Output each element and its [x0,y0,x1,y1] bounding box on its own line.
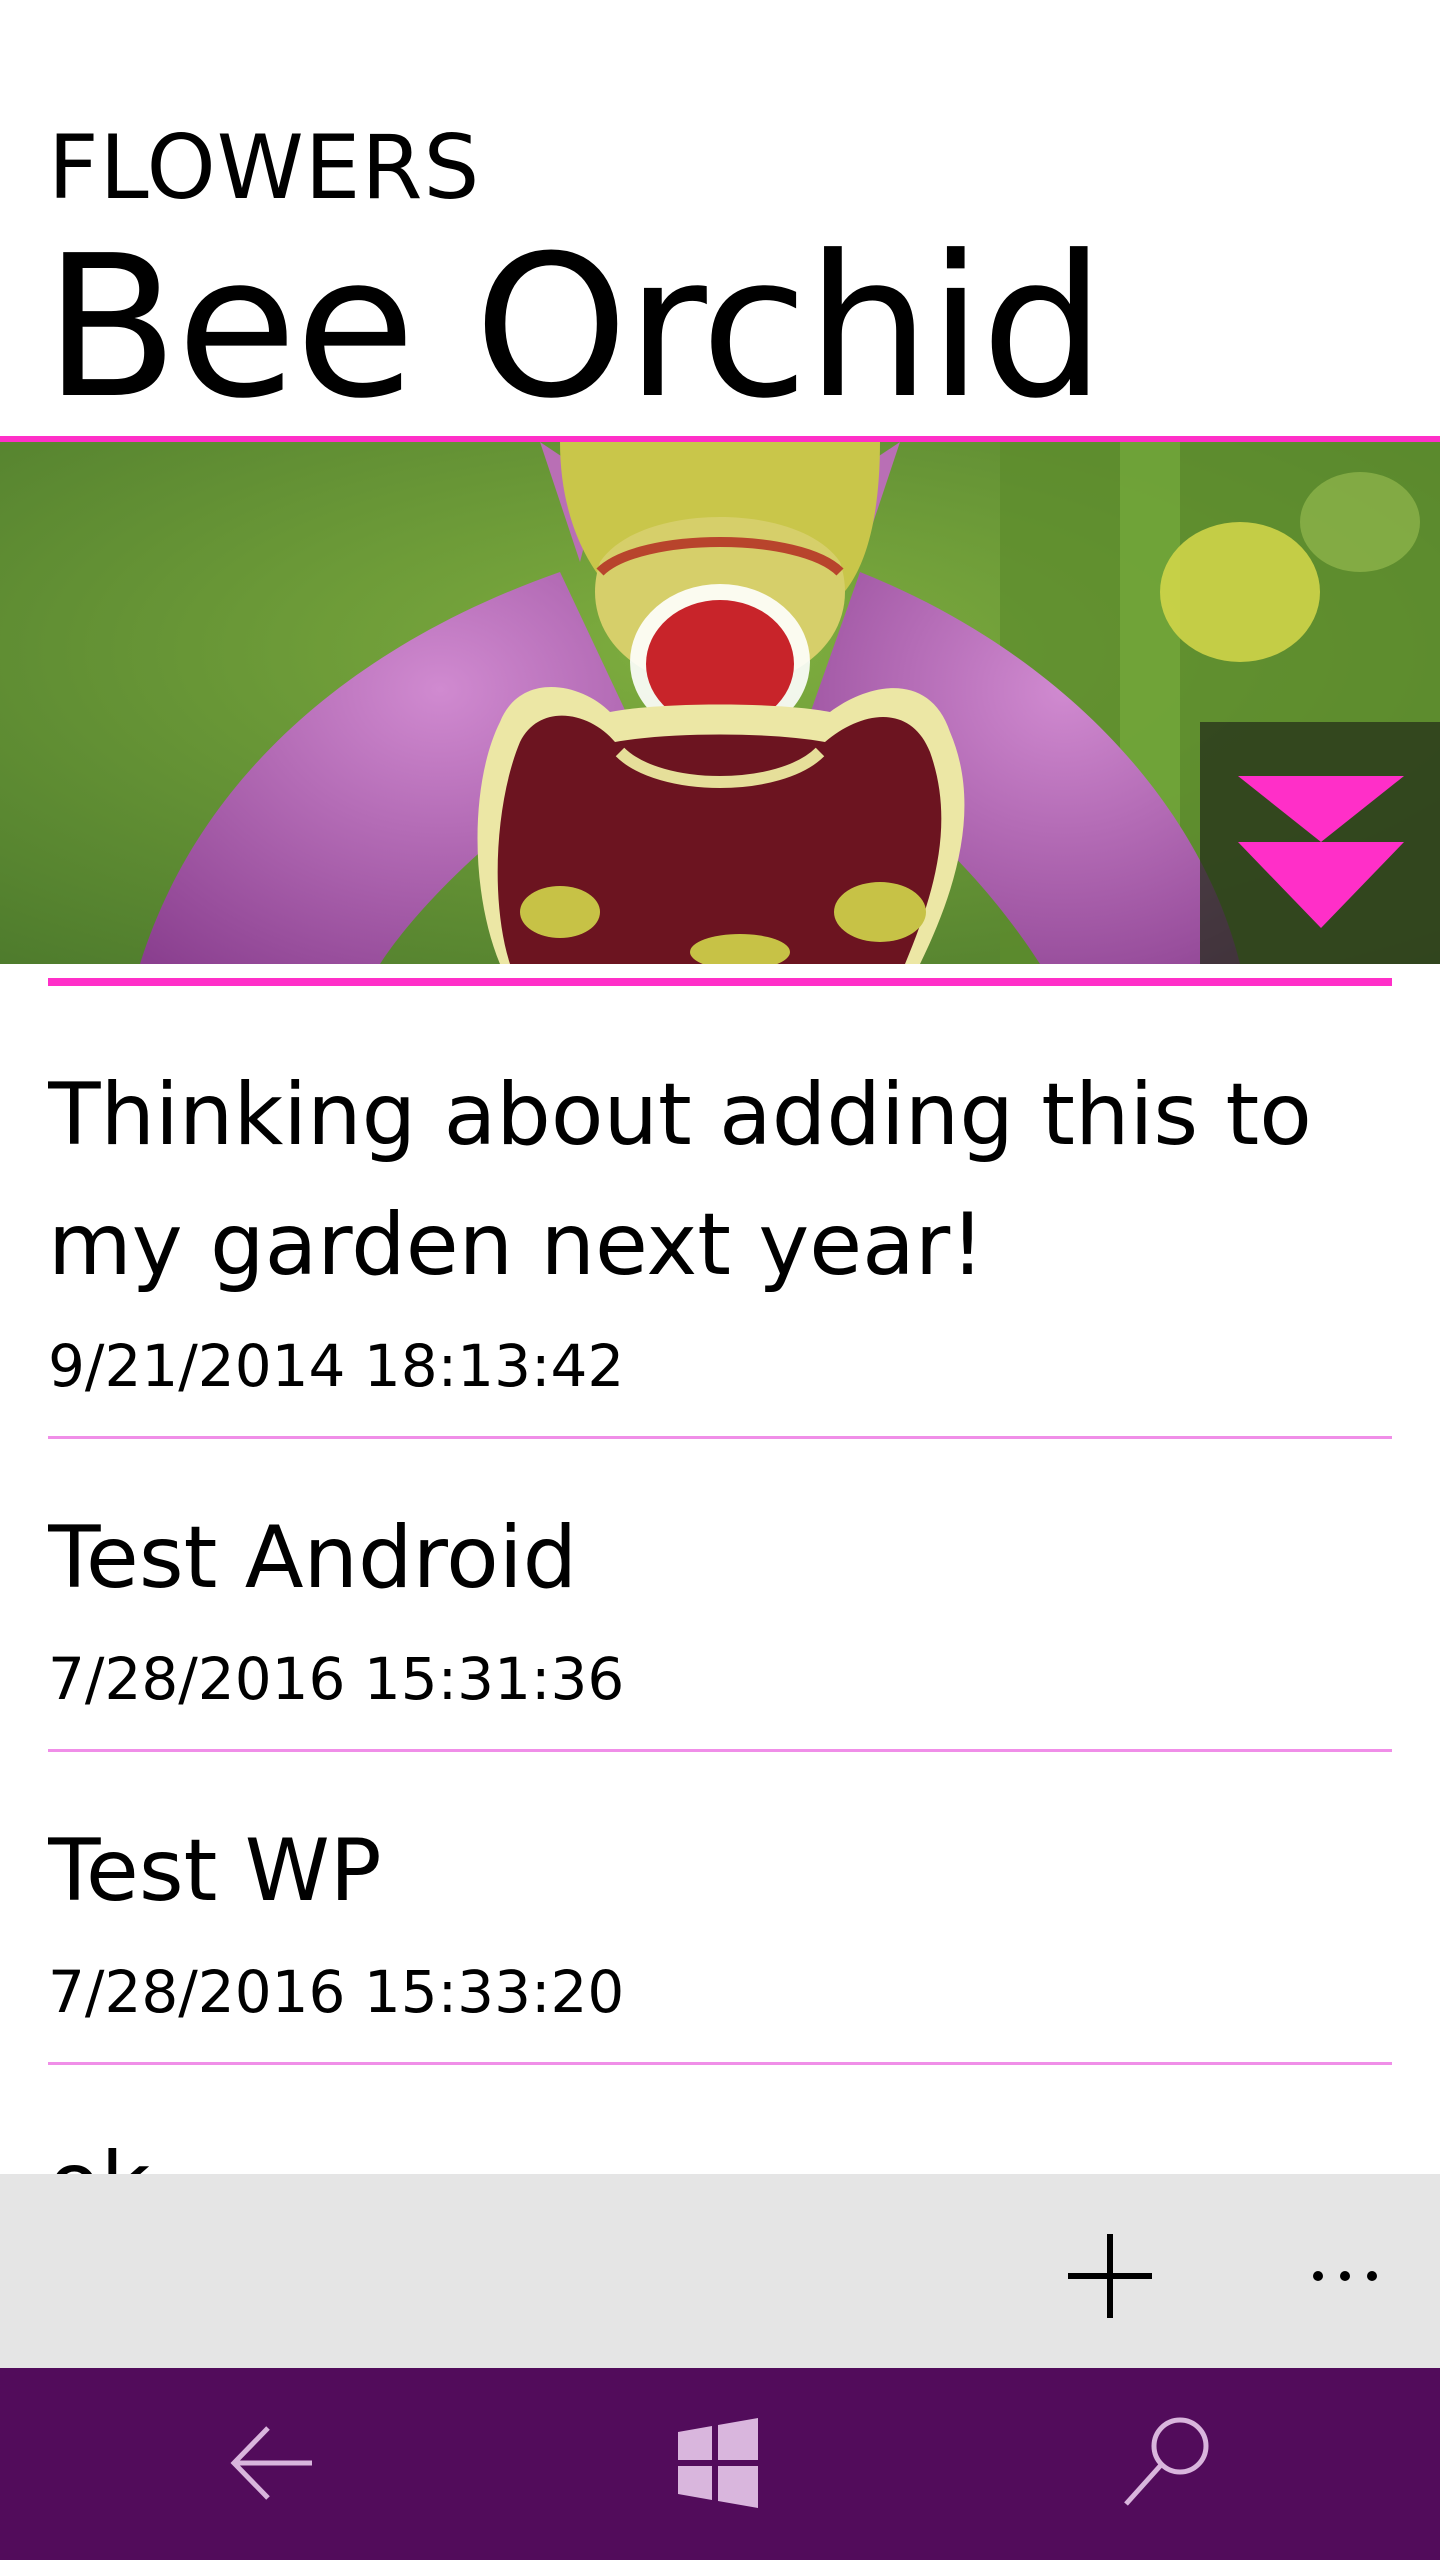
more-button[interactable] [1300,2226,1400,2326]
windows-logo-icon [678,2418,758,2508]
expand-button[interactable] [1200,722,1440,964]
comment-timestamp: 7/28/2016 15:33:20 [48,1958,625,2026]
comment-list[interactable]: Thinking about adding this to my garden … [48,1040,1392,2174]
comment-timestamp: 7/28/2016 15:31:36 [48,1645,625,1713]
comment-text: Test WP [48,1821,382,1921]
search-button[interactable] [1108,2408,1228,2518]
back-arrow-icon [230,2426,312,2500]
list-item[interactable]: Test WP 7/28/2016 15:33:20 [48,1796,1392,2065]
section-label: FLOWERS [48,116,481,219]
page-title: Bee Orchid [44,214,1105,442]
comment-text: ok [48,2109,1392,2174]
comment-text: Thinking about adding this to my garden … [48,1065,1312,1295]
double-chevron-down-icon [1238,776,1404,928]
hero-divider [48,978,1392,986]
ellipsis-icon [1313,2271,1377,2281]
comment-timestamp: 9/21/2014 18:13:42 [48,1332,625,1400]
app-bar [0,2174,1440,2368]
search-icon [1124,2417,1209,2506]
nav-bar [0,2368,1440,2560]
list-item[interactable]: Test Android 7/28/2016 15:31:36 [48,1483,1392,1752]
list-item[interactable]: ok [48,2109,1392,2174]
home-button[interactable] [658,2408,778,2518]
plus-icon [1068,2234,1152,2318]
back-button[interactable] [212,2408,332,2518]
list-item[interactable]: Thinking about adding this to my garden … [48,1040,1392,1439]
add-button[interactable] [1060,2226,1160,2326]
comment-text: Test Android [48,1508,578,1608]
